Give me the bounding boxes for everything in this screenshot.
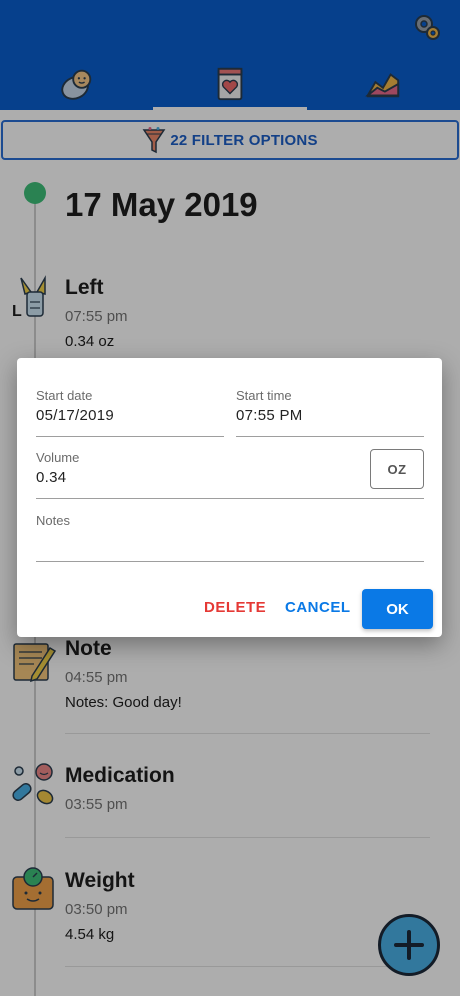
notes-field[interactable] [36, 532, 424, 552]
notes-label: Notes [36, 513, 70, 528]
cancel-button[interactable]: CANCEL [285, 599, 351, 616]
start-time-field[interactable]: 07:55 PM [236, 407, 303, 424]
start-time-label: Start time [236, 388, 292, 403]
start-date-label: Start date [36, 388, 93, 403]
volume-label: Volume [36, 450, 80, 465]
volume-field[interactable]: 0.34 [36, 469, 66, 486]
ok-button[interactable]: OK [362, 589, 433, 629]
delete-button[interactable]: DELETE [204, 599, 266, 616]
start-time-underline [236, 436, 424, 437]
notes-underline [36, 561, 424, 562]
start-date-underline [36, 436, 224, 437]
start-date-field[interactable]: 05/17/2019 [36, 407, 114, 424]
volume-underline [36, 498, 424, 499]
unit-toggle-button[interactable]: OZ [370, 449, 424, 489]
edit-entry-dialog: Start date 05/17/2019 Start time 07:55 P… [17, 358, 442, 637]
